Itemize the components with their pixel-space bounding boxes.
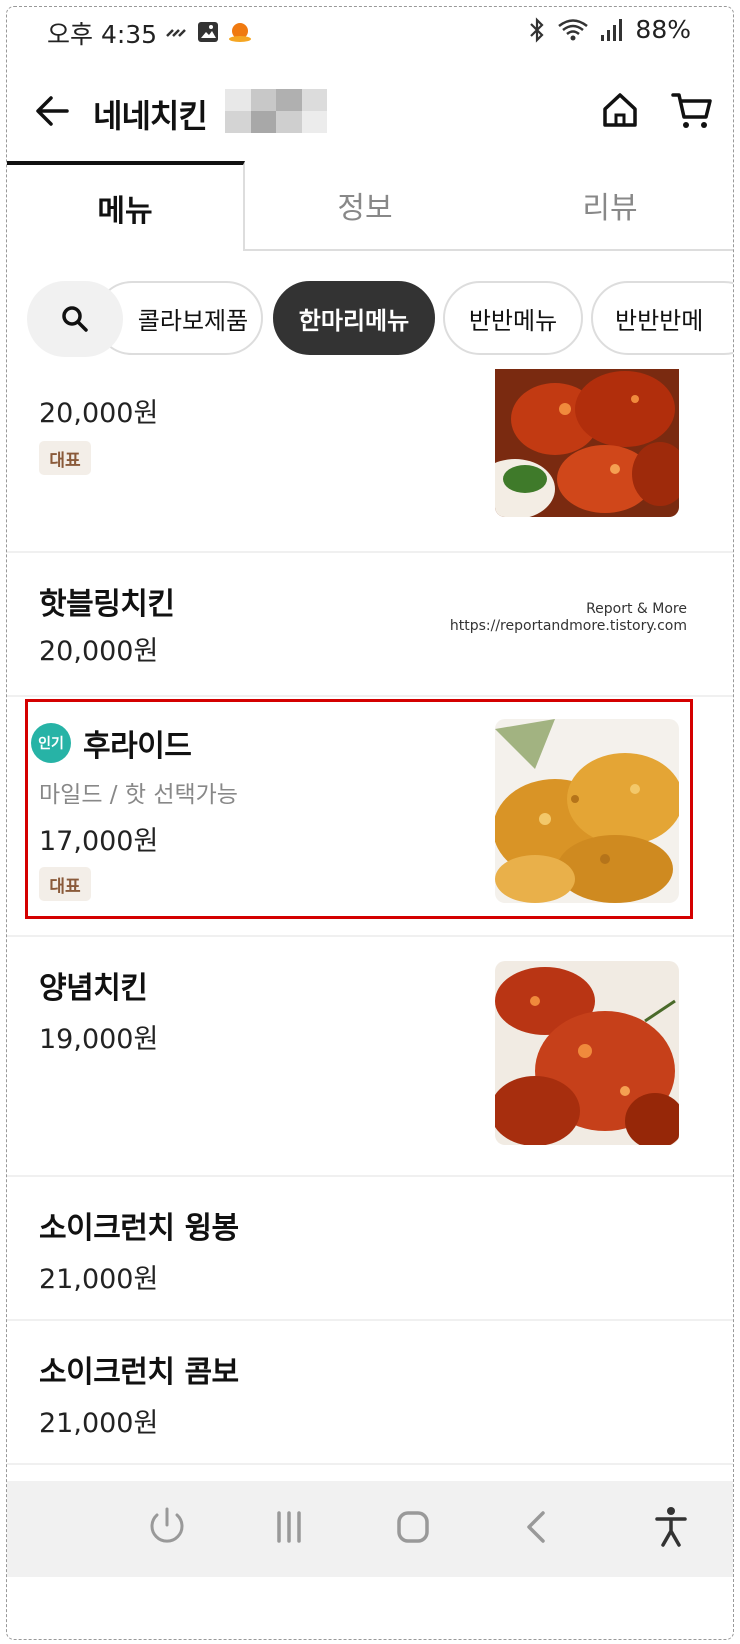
app-notification-icon xyxy=(229,23,251,42)
cart-button[interactable] xyxy=(669,87,715,133)
menu-list: 20,000원 대표 핫블링치킨 20,000원 Report & More h… xyxy=(7,369,733,1465)
accessibility-icon[interactable] xyxy=(647,1503,695,1551)
item-name: 소이크런치 윙봉 xyxy=(39,1211,239,1246)
notification-icons xyxy=(165,19,253,45)
item-description: 마일드 / 핫 선택가능 xyxy=(39,782,238,808)
battery-level: 88% xyxy=(635,15,691,44)
menu-item-image xyxy=(495,961,679,1145)
blurred-store-branch xyxy=(225,89,327,133)
chip-half-half[interactable]: 반반메뉴 xyxy=(443,281,583,355)
store-tabs: 메뉴 정보 리뷰 xyxy=(7,161,733,251)
item-name: 양념치킨 xyxy=(39,971,148,1006)
menu-item-highlighted[interactable]: 인기 후라이드 마일드 / 핫 선택가능 17,000원 대표 xyxy=(7,697,733,937)
menu-item[interactable]: 양념치킨 19,000원 xyxy=(7,937,733,1177)
item-price: 21,000원 xyxy=(39,1408,159,1439)
missed-call-icon xyxy=(166,29,186,37)
status-time: 오후 4:35 xyxy=(47,20,158,49)
category-chips: 콜라보제품 한마리메뉴 반반메뉴 반반반메 xyxy=(7,275,733,357)
menu-item[interactable]: 핫블링치킨 20,000원 Report & More https://repo… xyxy=(7,553,733,697)
signal-icon xyxy=(601,18,623,41)
menu-item-image xyxy=(495,719,679,903)
representative-badge: 대표 xyxy=(39,441,91,475)
representative-badge: 대표 xyxy=(39,867,91,901)
chip-half-half-half[interactable]: 반반반메 xyxy=(591,281,733,355)
menu-item[interactable]: 소이크런치 윙봉 21,000원 xyxy=(7,1177,733,1321)
watermark: Report & More https://reportandmore.tist… xyxy=(450,601,687,635)
app-header: 네네치킨 xyxy=(7,77,733,157)
menu-item-image xyxy=(495,369,679,517)
watermark-url: https://reportandmore.tistory.com xyxy=(449,618,687,634)
recent-apps-icon[interactable] xyxy=(265,1503,313,1551)
tab-menu[interactable]: 메뉴 xyxy=(7,161,245,251)
menu-item[interactable]: 소이크런치 콤보 21,000원 xyxy=(7,1321,733,1465)
home-icon xyxy=(603,93,637,127)
item-price: 17,000원 xyxy=(39,826,159,857)
gallery-icon xyxy=(198,22,218,42)
back-nav-icon[interactable] xyxy=(513,1503,561,1551)
phone-screen: 오후 4:35 88% 네네치킨 메뉴 정보 리뷰 콜라보제품 한마리메뉴 반반… xyxy=(6,6,734,1640)
item-name: 소이크런치 콤보 xyxy=(39,1355,239,1390)
item-price: 21,000원 xyxy=(39,1264,159,1295)
menu-item[interactable]: 20,000원 대표 xyxy=(7,369,733,553)
item-price: 20,000원 xyxy=(39,398,159,429)
back-button[interactable] xyxy=(31,89,75,133)
search-icon xyxy=(62,306,88,332)
system-icons: 88% xyxy=(527,15,691,44)
system-nav-bar xyxy=(7,1481,733,1577)
watermark-title: Report & More xyxy=(586,601,687,617)
cart-icon xyxy=(671,93,712,128)
item-price: 19,000원 xyxy=(39,1024,159,1055)
status-bar: 오후 4:35 88% xyxy=(7,7,733,55)
store-name: 네네치킨 xyxy=(93,97,208,135)
wifi-icon xyxy=(558,18,589,40)
home-button[interactable] xyxy=(597,87,643,133)
menu-search-button[interactable] xyxy=(27,281,123,357)
bluetooth-icon xyxy=(530,16,544,43)
item-name: 핫블링치킨 xyxy=(39,587,175,622)
back-arrow-icon xyxy=(36,96,69,126)
chip-whole-chicken[interactable]: 한마리메뉴 xyxy=(273,281,435,355)
power-icon[interactable] xyxy=(143,1503,191,1551)
home-nav-icon[interactable] xyxy=(389,1503,437,1551)
item-price: 20,000원 xyxy=(39,636,159,667)
tab-review[interactable]: 리뷰 xyxy=(485,161,733,251)
tab-info[interactable]: 정보 xyxy=(245,161,485,251)
popular-badge: 인기 xyxy=(31,723,71,763)
item-name: 후라이드 xyxy=(83,729,192,764)
